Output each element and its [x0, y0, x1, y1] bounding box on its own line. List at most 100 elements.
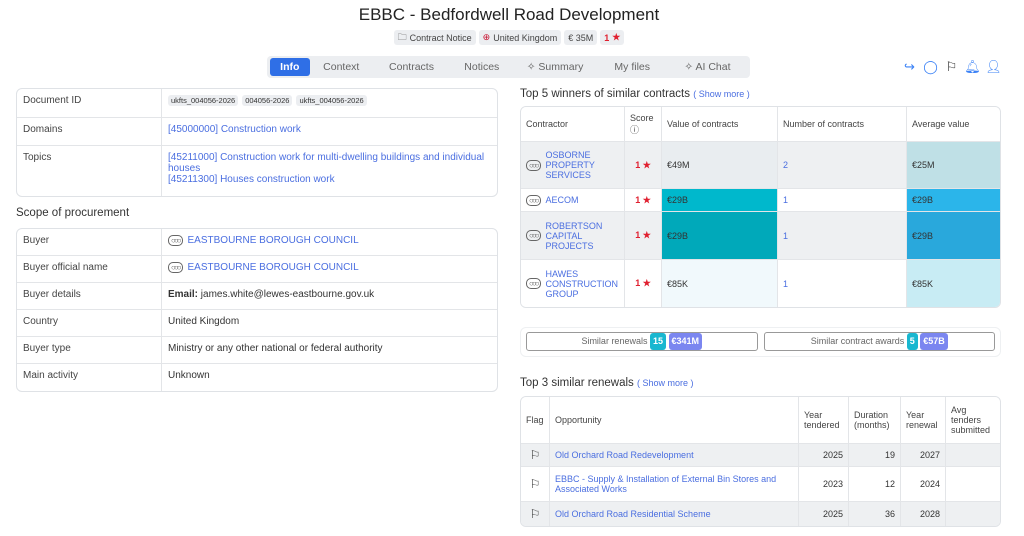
button-label: Similar contract awards: [810, 336, 905, 346]
folder-icon: 🗀: [397, 31, 407, 42]
score-value: 1: [635, 278, 641, 288]
similar-renewals-button[interactable]: Similar renewals 15 €341M: [526, 332, 758, 351]
score-cell: 1 ★: [625, 189, 662, 212]
organization-icon: ○○○: [526, 230, 541, 241]
info-icon[interactable]: ⓘ: [630, 125, 639, 135]
document-id-label: Document ID: [17, 89, 162, 118]
contractor-link[interactable]: OSBORNE PROPERTY SERVICES: [546, 150, 620, 180]
country-value: United Kingdom: [162, 310, 497, 337]
value-cell: €29B: [662, 189, 778, 212]
star-icon: ★: [642, 159, 651, 170]
average-cell: €25M: [907, 142, 1000, 189]
star-icon: ★: [642, 230, 651, 240]
contractor-cell: ○○○ AECOM: [521, 189, 625, 212]
add-user-icon[interactable]: 👤︎: [985, 58, 1002, 75]
contractor-link[interactable]: ROBERTSON CAPITAL PROJECTS: [546, 221, 620, 251]
opportunity-link[interactable]: Old Orchard Road Redevelopment: [555, 450, 694, 460]
year-tendered-cell: 2023: [799, 467, 849, 502]
tab-summary[interactable]: ✧ Summary: [513, 58, 596, 76]
header-badges: 🗀 Contract Notice ⊕ United Kingdom € 35M 1…: [0, 30, 1018, 45]
score-header-label: Score: [630, 112, 654, 123]
column-header: Flag: [521, 397, 550, 444]
renewal-row: ⚐ Old Orchard Road Redevelopment 2025 19…: [521, 444, 1000, 467]
uk-flag-icon: ⊕: [482, 32, 491, 42]
topic-link[interactable]: [45211300] Houses construction work: [168, 174, 491, 185]
column-header: Value of contracts: [662, 107, 778, 142]
count-cell[interactable]: 1: [778, 189, 907, 212]
year-renewal-cell: 2027: [901, 444, 946, 467]
document-id-chip: ukfts_004056-2026: [296, 95, 367, 106]
renewal-row: ⚐ EBBC - Supply & Installation of Extern…: [521, 467, 1000, 502]
buyer-link[interactable]: EASTBOURNE BOROUGH COUNCIL: [188, 235, 359, 246]
renewal-row: ⚐ Old Orchard Road Residential Scheme 20…: [521, 502, 1000, 526]
organization-icon: ○○○: [526, 278, 541, 289]
winner-row: ○○○ HAWES CONSTRUCTION GROUP 1 ★ €85K 1 €…: [521, 260, 1000, 307]
column-header: Opportunity: [550, 397, 799, 444]
domain-link[interactable]: [45000000] Construction work: [168, 124, 301, 135]
flag-icon[interactable]: ⚐: [521, 467, 550, 502]
contractor-link[interactable]: HAWES CONSTRUCTION GROUP: [546, 269, 620, 299]
column-header: Score ⓘ: [625, 107, 662, 142]
column-header: Year tendered: [799, 397, 849, 444]
score-value: 1: [635, 159, 641, 170]
average-cell: €29B: [907, 212, 1000, 260]
renewals-show-more-link[interactable]: ( Show more ): [637, 378, 694, 388]
flag-icon[interactable]: ⚐: [943, 58, 960, 75]
year-renewal-cell: 2024: [901, 467, 946, 502]
topic-link[interactable]: [45211000] Construction work for multi-d…: [168, 152, 491, 174]
column-header: Year renewal: [901, 397, 946, 444]
share-icon[interactable]: ↪: [901, 58, 918, 75]
country-badge: ⊕ United Kingdom: [478, 30, 562, 45]
count-cell[interactable]: 1: [778, 260, 907, 307]
document-id-chip: 004056-2026: [242, 95, 293, 106]
document-ids: ukfts_004056-2026 004056-2026 ukfts_004056…: [162, 89, 497, 118]
organization-icon: ○○○: [526, 159, 541, 171]
action-icons: ↪ ◯ ⚐ 🔔︎ 👤︎: [901, 58, 1002, 75]
tab-ai-chat[interactable]: ✧ AI Chat: [668, 58, 747, 76]
contractor-cell: ○○○ HAWES CONSTRUCTION GROUP: [521, 260, 625, 307]
contractor-link[interactable]: AECOM: [546, 195, 579, 205]
duration-cell: 36: [849, 502, 901, 526]
flag-icon[interactable]: ⚐: [521, 444, 550, 467]
avg-tenders-cell: [946, 467, 1000, 502]
comment-icon[interactable]: ◯: [922, 58, 939, 75]
flag-icon[interactable]: ⚐: [521, 502, 550, 526]
value-pill: €57B: [920, 333, 948, 350]
scope-table: Buyer ○○○ EASTBOURNE BOROUGH COUNCIL Buyer…: [16, 228, 498, 392]
value-badge: € 35M: [564, 30, 598, 45]
score-badge: 1 ★: [600, 30, 625, 45]
buyer-official-link[interactable]: EASTBOURNE BOROUGH COUNCIL: [188, 262, 359, 273]
button-label: Similar renewals: [581, 336, 648, 346]
tab-context[interactable]: Context: [312, 58, 371, 76]
tab-my-files[interactable]: My files: [599, 58, 666, 76]
tab-notices[interactable]: Notices: [452, 58, 511, 76]
buyer-type-label: Buyer type: [17, 337, 162, 364]
buyer-label: Buyer: [17, 229, 162, 256]
opportunity-link[interactable]: EBBC - Supply & Installation of External…: [555, 474, 776, 494]
email-label: Email:: [168, 289, 199, 300]
count-cell[interactable]: 1: [778, 212, 907, 260]
avg-tenders-cell: [946, 444, 1000, 467]
similar-awards-button[interactable]: Similar contract awards 5 €57B: [763, 332, 995, 351]
buyer-type-value: Ministry or any other national or federa…: [162, 337, 497, 364]
winner-row: ○○○ ROBERTSON CAPITAL PROJECTS 1 ★ €29B 1…: [521, 212, 1000, 260]
average-cell: €85K: [907, 260, 1000, 307]
email-value: james.white@lewes-eastbourne.gov.uk: [200, 289, 375, 300]
value-cell: €85K: [662, 260, 778, 307]
tab-info[interactable]: Info: [270, 58, 310, 76]
tab-contracts[interactable]: Contracts: [373, 58, 450, 76]
document-id-chip: ukfts_004056-2026: [168, 95, 239, 106]
score-cell: 1 ★: [625, 260, 662, 307]
column-header: Avg tenders submitted: [946, 397, 1000, 444]
count-cell[interactable]: 2: [778, 142, 907, 189]
bell-icon[interactable]: 🔔︎: [964, 58, 981, 75]
winners-table: Contractor Score ⓘ Value of contracts Number…: [520, 106, 1001, 308]
count-pill: 5: [906, 333, 918, 350]
badge-label: Contract Notice: [409, 32, 472, 43]
tab-bar: Info Context Contracts Notices ✧ Summary…: [267, 56, 750, 78]
winners-show-more-link[interactable]: ( Show more ): [693, 89, 750, 99]
country-label: Country: [17, 310, 162, 337]
buyer-details-label: Buyer details: [17, 283, 162, 310]
opportunity-link[interactable]: Old Orchard Road Residential Scheme: [555, 509, 711, 519]
info-table: Document ID ukfts_004056-2026 004056-2026…: [16, 88, 498, 197]
